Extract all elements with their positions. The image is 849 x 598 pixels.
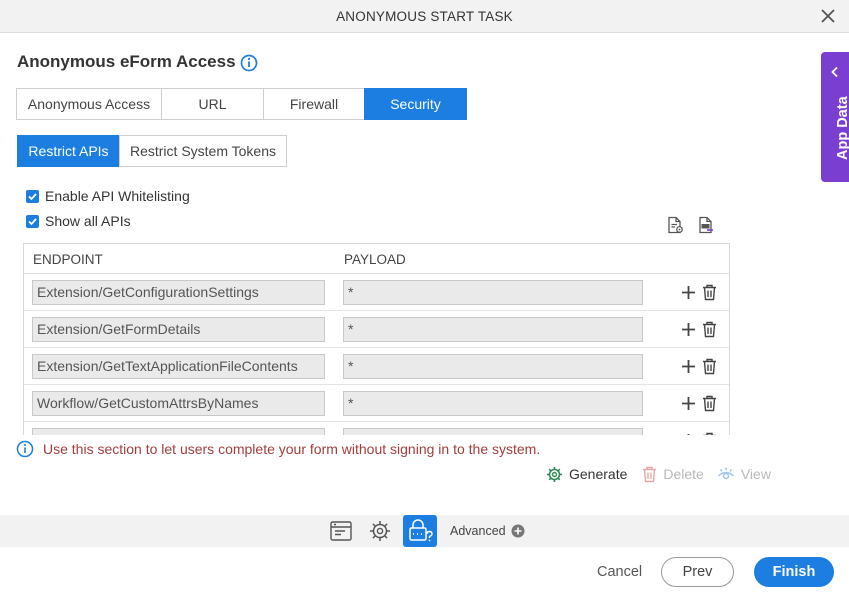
- generate-button[interactable]: Generate: [546, 466, 627, 483]
- endpoint-field[interactable]: Extension/GetFormDetails: [32, 317, 325, 342]
- export-api-icon[interactable]: [697, 216, 715, 234]
- endpoint-field[interactable]: Workflow/GetCustomAttrsByNames: [32, 391, 325, 416]
- advanced-button[interactable]: Advanced: [450, 524, 525, 538]
- table-row: [24, 422, 729, 435]
- show-all-apis-label: Show all APIs: [45, 213, 131, 229]
- generate-label: Generate: [569, 466, 628, 482]
- form-window-icon[interactable]: [329, 519, 353, 543]
- view-label: View: [740, 466, 771, 482]
- payload-field[interactable]: *: [343, 317, 643, 342]
- grid-header: ENDPOINT PAYLOAD: [24, 244, 729, 274]
- trash-icon: [643, 466, 657, 482]
- main-tabs: Anonymous Access URL Firewall Security: [16, 88, 467, 120]
- delete-button[interactable]: Delete: [642, 466, 704, 483]
- lock-icon: [409, 519, 433, 542]
- payload-field[interactable]: *: [343, 280, 643, 305]
- payload-field[interactable]: *: [343, 391, 643, 416]
- column-header-endpoint: ENDPOINT: [33, 252, 103, 267]
- view-button[interactable]: View: [717, 466, 771, 483]
- configuration-toolbar: Advanced: [0, 515, 849, 547]
- add-row-icon[interactable]: [681, 396, 696, 411]
- dialog-title: ANONYMOUS START TASK: [336, 9, 513, 24]
- delete-row-icon[interactable]: [702, 395, 717, 412]
- security-lock-button[interactable]: [403, 515, 437, 547]
- page-title: Anonymous eForm Access: [17, 52, 236, 71]
- gear-icon: [547, 466, 562, 482]
- subtab-restrict-apis[interactable]: Restrict APIs: [17, 135, 120, 167]
- subtab-restrict-system-tokens[interactable]: Restrict System Tokens: [119, 135, 287, 167]
- enable-whitelisting-checkbox[interactable]: [26, 189, 39, 203]
- advanced-label: Advanced: [450, 524, 506, 538]
- enable-whitelisting-label: Enable API Whitelisting: [45, 188, 190, 204]
- tab-anonymous-access[interactable]: Anonymous Access: [16, 88, 162, 120]
- endpoint-field[interactable]: Extension/GetTextApplicationFileContents: [32, 354, 325, 379]
- security-subtabs: Restrict APIs Restrict System Tokens: [17, 135, 287, 167]
- app-data-panel-toggle[interactable]: App Data: [821, 52, 849, 182]
- table-row: Extension/GetFormDetails *: [24, 311, 729, 348]
- info-icon: [16, 440, 34, 458]
- help-note: Use this section to let users complete y…: [16, 440, 540, 458]
- enable-whitelisting-option[interactable]: Enable API Whitelisting: [26, 188, 190, 204]
- gear-icon[interactable]: [368, 519, 392, 543]
- tab-url[interactable]: URL: [161, 88, 264, 120]
- endpoint-field[interactable]: Extension/GetConfigurationSettings: [32, 280, 325, 305]
- delete-row-icon[interactable]: [702, 321, 717, 338]
- api-whitelist-grid: ENDPOINT PAYLOAD Extension/GetConfigurat…: [23, 243, 730, 435]
- column-header-payload: PAYLOAD: [344, 252, 406, 267]
- delete-row-icon[interactable]: [702, 432, 717, 435]
- tab-firewall[interactable]: Firewall: [263, 88, 365, 120]
- add-row-icon[interactable]: [681, 359, 696, 374]
- payload-field[interactable]: *: [343, 354, 643, 379]
- delete-label: Delete: [663, 466, 704, 482]
- payload-field[interactable]: [343, 428, 643, 435]
- show-all-apis-checkbox[interactable]: [26, 214, 39, 228]
- plus-circle-icon: [511, 524, 525, 538]
- tab-security[interactable]: Security: [364, 88, 467, 120]
- table-row: Extension/GetConfigurationSettings *: [24, 274, 729, 311]
- token-actions: Generate Delete View: [546, 464, 771, 484]
- prev-button[interactable]: Prev: [661, 557, 734, 587]
- delete-row-icon[interactable]: [702, 284, 717, 301]
- delete-row-icon[interactable]: [702, 358, 717, 375]
- cancel-button[interactable]: Cancel: [597, 564, 642, 580]
- show-all-apis-option[interactable]: Show all APIs: [26, 213, 131, 229]
- close-icon[interactable]: [820, 8, 836, 24]
- add-row-icon[interactable]: [681, 433, 696, 435]
- table-row: Extension/GetTextApplicationFileContents…: [24, 348, 729, 385]
- info-icon[interactable]: [240, 54, 258, 72]
- add-row-icon[interactable]: [681, 322, 696, 337]
- help-note-text: Use this section to let users complete y…: [43, 441, 541, 457]
- add-row-icon[interactable]: [681, 285, 696, 300]
- eye-icon: [717, 467, 734, 479]
- dialog-titlebar: ANONYMOUS START TASK: [0, 0, 849, 33]
- table-row: Workflow/GetCustomAttrsByNames *: [24, 385, 729, 422]
- document-settings-icon[interactable]: [666, 216, 684, 234]
- app-data-label: App Data: [835, 96, 849, 160]
- endpoint-field[interactable]: [32, 428, 325, 435]
- chevron-left-icon: [831, 66, 838, 78]
- finish-button[interactable]: Finish: [754, 557, 834, 587]
